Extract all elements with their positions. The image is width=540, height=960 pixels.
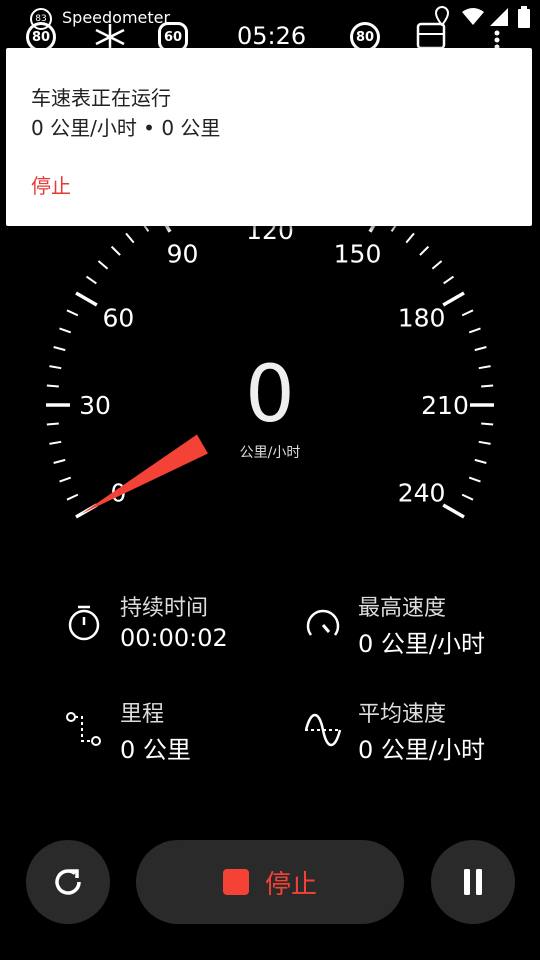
gauge-minor-tick — [468, 327, 481, 334]
stat-max-speed-label: 最高速度 — [358, 596, 447, 621]
notification-stop-button[interactable]: 停止 — [31, 170, 71, 199]
current-speed: 0 — [245, 350, 295, 440]
gauge-tick-label: 180 — [398, 304, 446, 333]
stat-distance-value: 0 公里 — [120, 736, 191, 764]
gauge-minor-tick — [443, 275, 455, 285]
gauge-minor-tick — [59, 327, 72, 334]
signal-icon — [490, 8, 508, 26]
gauge-icon — [303, 605, 343, 645]
gauge-tick-label: 60 — [103, 304, 135, 333]
refresh-icon — [55, 869, 81, 895]
pause-icon — [464, 869, 482, 895]
gauge-minor-tick — [66, 309, 79, 317]
gauge-minor-tick — [474, 458, 487, 464]
gauge-minor-tick — [481, 384, 494, 388]
gauge-minor-tick — [405, 232, 415, 244]
average-wave-icon — [303, 710, 343, 750]
gauge-tick-label: 240 — [398, 479, 446, 508]
battery-icon — [518, 6, 530, 28]
speed-unit: 公里/小时 — [239, 445, 301, 461]
route-icon — [64, 710, 104, 750]
stop-button[interactable]: 停止 — [136, 840, 404, 924]
gauge-minor-tick — [46, 384, 59, 388]
reset-button[interactable] — [26, 840, 110, 924]
gauge-minor-tick — [49, 365, 62, 370]
gauge-minor-tick — [125, 232, 135, 244]
more-options-icon — [492, 30, 502, 50]
wifi-icon — [462, 8, 484, 26]
pause-button[interactable] — [431, 840, 515, 924]
speed-needle — [81, 434, 208, 514]
gauge-major-tick — [442, 291, 465, 307]
gauge-minor-tick — [431, 260, 443, 270]
gauge-minor-tick — [49, 440, 62, 445]
location-icon — [434, 6, 450, 26]
gauge-minor-tick — [474, 346, 487, 352]
timer-icon — [66, 603, 106, 643]
notification-text: 0 公里/小时 • 0 公里 — [31, 116, 221, 140]
gauge-minor-tick — [85, 275, 97, 285]
stat-duration-label: 持续时间 — [120, 596, 209, 621]
gauge-minor-tick — [478, 365, 491, 370]
gauge-minor-tick — [461, 493, 474, 501]
status-time: 05:26 — [237, 22, 307, 50]
stat-avg-speed-label: 平均速度 — [358, 702, 447, 727]
stat-max-speed-value: 0 公里/小时 — [358, 630, 485, 658]
gauge-major-tick — [75, 291, 98, 307]
gauge-minor-tick — [53, 346, 66, 352]
gauge-tick-label: 30 — [79, 391, 111, 420]
gauge-minor-tick — [97, 260, 109, 270]
stat-avg-speed-value: 0 公里/小时 — [358, 736, 485, 764]
gauge-tick-label: 210 — [421, 391, 469, 420]
stat-distance-label: 里程 — [120, 702, 165, 727]
gauge-minor-tick — [59, 476, 72, 483]
gauge-tick-label: 90 — [167, 239, 199, 268]
gauge-minor-tick — [53, 458, 66, 464]
gauge-major-tick — [442, 503, 465, 519]
gauge-minor-tick — [481, 422, 494, 426]
gauge-tick-label: 150 — [334, 239, 382, 268]
gauge-minor-tick — [478, 440, 491, 445]
notification-title: 车速表正在运行 — [31, 86, 171, 110]
gauge-minor-tick — [66, 493, 79, 501]
gauge-minor-tick — [46, 422, 59, 426]
gauge-minor-tick — [419, 245, 430, 256]
gauge-minor-tick — [468, 476, 481, 483]
notification-card[interactable]: 车速表正在运行 0 公里/小时 • 0 公里 停止 — [6, 48, 532, 226]
stat-duration-value: 00:00:02 — [120, 624, 228, 652]
stop-button-label: 停止 — [264, 869, 317, 900]
stop-icon — [222, 869, 249, 895]
gauge-minor-tick — [110, 245, 121, 256]
gauge-minor-tick — [461, 309, 474, 317]
